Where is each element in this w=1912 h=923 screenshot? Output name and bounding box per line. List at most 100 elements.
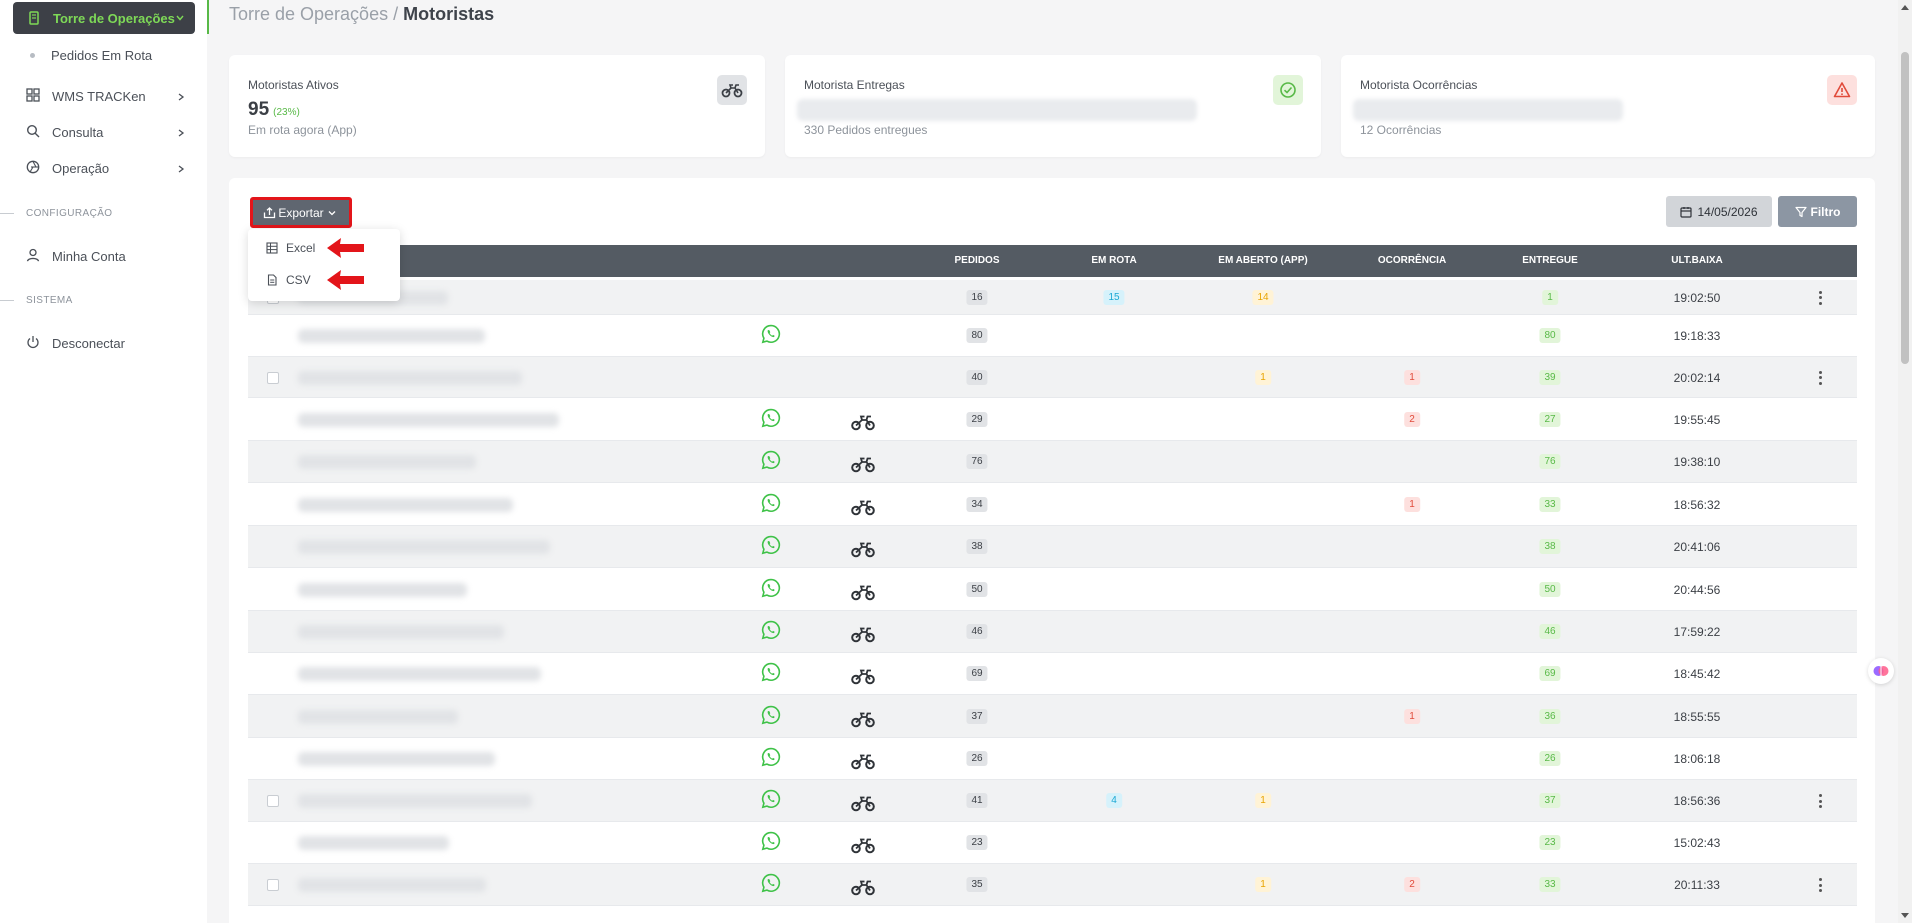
calendar-icon bbox=[1680, 206, 1693, 218]
table-row[interactable]: 34 1 33 18:56:32 bbox=[248, 483, 1857, 526]
card-label: Motoristas Ativos bbox=[248, 78, 339, 92]
table-row[interactable]: 29 2 27 19:55:45 bbox=[248, 398, 1857, 441]
scroll-up-icon[interactable] bbox=[1901, 3, 1909, 11]
whatsapp-icon[interactable] bbox=[761, 324, 781, 344]
cell-ult-baixa: 15:02:43 bbox=[1673, 836, 1721, 850]
cell-pedidos: 37 bbox=[966, 708, 988, 724]
table-row[interactable]: 26 26 18:06:18 bbox=[248, 738, 1857, 780]
cell-pedidos: 34 bbox=[966, 496, 988, 512]
sidebar-item-operacao[interactable]: Operação bbox=[26, 160, 186, 176]
scrollbar-thumb[interactable] bbox=[1901, 52, 1909, 364]
kebab-menu-icon[interactable] bbox=[1818, 370, 1822, 385]
table-row[interactable]: 16 15 14 1 19:02:50 bbox=[248, 280, 1857, 315]
blurred-driver-name bbox=[298, 455, 476, 469]
column-header-em-aberto[interactable]: EM ABERTO (APP) bbox=[1218, 255, 1307, 266]
sidebar-item-consulta[interactable]: Consulta bbox=[26, 124, 186, 140]
whatsapp-icon[interactable] bbox=[761, 831, 781, 851]
table-row[interactable]: 69 69 18:45:42 bbox=[248, 653, 1857, 695]
table-row[interactable]: 76 76 19:38:10 bbox=[248, 441, 1857, 483]
file-icon bbox=[267, 274, 277, 286]
card-label: Motorista Ocorrências bbox=[1360, 78, 1478, 92]
whatsapp-icon[interactable] bbox=[761, 578, 781, 598]
breadcrumb-parent[interactable]: Torre de Operações / bbox=[229, 4, 403, 24]
table-row[interactable]: 38 38 20:41:06 bbox=[248, 526, 1857, 568]
cell-entregue: 38 bbox=[1539, 539, 1561, 554]
card-subtitle: Em rota agora (App) bbox=[248, 123, 357, 137]
brain-icon bbox=[1873, 666, 1889, 676]
blurred-driver-name bbox=[298, 370, 522, 385]
table-row[interactable]: 50 50 20:44:56 bbox=[248, 568, 1857, 611]
whatsapp-icon[interactable] bbox=[761, 705, 781, 725]
card-motorista-entregas: Motorista Entregas 330 Pedidos entregues bbox=[785, 55, 1321, 157]
bullet-icon bbox=[30, 53, 35, 58]
warning-icon bbox=[1827, 75, 1857, 105]
row-checkbox[interactable] bbox=[267, 795, 279, 807]
card-percent: (23%) bbox=[273, 107, 300, 118]
export-button[interactable]: Exportar bbox=[250, 197, 352, 228]
table-icon bbox=[266, 242, 278, 254]
chevron-right-icon bbox=[176, 126, 186, 141]
table-row[interactable]: 80 80 19:18:33 bbox=[248, 315, 1857, 357]
sidebar-subitem-pedidos-em-rota[interactable]: Pedidos Em Rota bbox=[30, 48, 152, 63]
cell-ult-baixa: 18:45:42 bbox=[1673, 667, 1721, 681]
cell-entregue: 27 bbox=[1539, 411, 1561, 427]
cell-ocorrencia: 1 bbox=[1404, 708, 1420, 724]
export-excel-item[interactable]: Excel bbox=[266, 241, 315, 255]
user-icon bbox=[26, 248, 42, 264]
column-header-pedidos[interactable]: PEDIDOS bbox=[954, 255, 999, 266]
motorcycle-icon bbox=[851, 712, 875, 727]
row-checkbox[interactable] bbox=[267, 879, 279, 891]
kebab-menu-icon[interactable] bbox=[1818, 878, 1822, 892]
export-csv-label: CSV bbox=[286, 273, 311, 287]
cell-entregue: 80 bbox=[1539, 328, 1561, 343]
sidebar-item-minha-conta[interactable]: Minha Conta bbox=[26, 248, 186, 264]
column-header-entregue[interactable]: ENTREGUE bbox=[1522, 255, 1578, 266]
cell-em-rota: 15 bbox=[1103, 289, 1125, 305]
row-checkbox[interactable] bbox=[267, 371, 279, 384]
table-row[interactable]: 37 1 36 18:55:55 bbox=[248, 695, 1857, 738]
date-picker-button[interactable]: 14/05/2026 bbox=[1666, 196, 1772, 227]
cell-pedidos: 23 bbox=[966, 835, 988, 850]
sidebar-item-torre-de-operacoes[interactable]: Torre de Operações bbox=[13, 2, 195, 34]
assistant-widget[interactable] bbox=[1868, 658, 1894, 684]
cell-em-aberto: 1 bbox=[1255, 793, 1271, 808]
table-row[interactable]: 41 4 1 37 18:56:36 bbox=[248, 780, 1857, 822]
cell-entregue: 69 bbox=[1539, 666, 1561, 681]
whatsapp-icon[interactable] bbox=[761, 450, 781, 470]
motorcycle-icon bbox=[851, 796, 875, 812]
filter-icon bbox=[1794, 206, 1807, 217]
tower-icon bbox=[27, 11, 41, 25]
cell-entregue: 33 bbox=[1539, 496, 1561, 512]
motorcycle-icon bbox=[851, 585, 875, 600]
column-header-ocorrencia[interactable]: OCORRÊNCIA bbox=[1378, 255, 1446, 266]
sidebar-item-wms-tracken[interactable]: WMS TRACKen bbox=[26, 88, 186, 104]
scrollbar[interactable] bbox=[1898, 0, 1912, 923]
whatsapp-icon[interactable] bbox=[761, 493, 781, 513]
whatsapp-icon[interactable] bbox=[761, 873, 781, 893]
whatsapp-icon[interactable] bbox=[761, 662, 781, 682]
scroll-down-icon[interactable] bbox=[1901, 912, 1909, 920]
table-row[interactable]: 40 1 1 39 20:02:14 bbox=[248, 357, 1857, 398]
column-header-ult-baixa[interactable]: ULT.BAIXA bbox=[1671, 255, 1722, 266]
blurred-value bbox=[1353, 99, 1623, 121]
whatsapp-icon[interactable] bbox=[761, 535, 781, 555]
whatsapp-icon[interactable] bbox=[761, 408, 781, 428]
cell-ult-baixa: 20:02:14 bbox=[1673, 370, 1721, 385]
kebab-menu-icon[interactable] bbox=[1818, 794, 1822, 808]
filter-button[interactable]: Filtro bbox=[1778, 196, 1857, 227]
table-row[interactable]: 46 46 17:59:22 bbox=[248, 611, 1857, 653]
column-header-em-rota[interactable]: EM ROTA bbox=[1091, 255, 1136, 266]
export-csv-item[interactable]: CSV bbox=[266, 273, 311, 287]
table-row[interactable]: 23 23 15:02:43 bbox=[248, 822, 1857, 864]
cell-ult-baixa: 18:06:18 bbox=[1673, 752, 1721, 766]
whatsapp-icon[interactable] bbox=[761, 747, 781, 767]
kebab-menu-icon[interactable] bbox=[1818, 290, 1822, 305]
page-title: Motoristas bbox=[403, 4, 495, 24]
cell-ult-baixa: 18:56:32 bbox=[1673, 497, 1721, 512]
whatsapp-icon[interactable] bbox=[761, 620, 781, 640]
table-row[interactable]: 35 1 2 33 20:11:33 bbox=[248, 864, 1857, 906]
card-value-number: 95 bbox=[248, 99, 270, 120]
sidebar-item-desconectar[interactable]: Desconectar bbox=[26, 335, 186, 351]
whatsapp-icon[interactable] bbox=[761, 789, 781, 809]
card-label: Motorista Entregas bbox=[804, 78, 905, 92]
